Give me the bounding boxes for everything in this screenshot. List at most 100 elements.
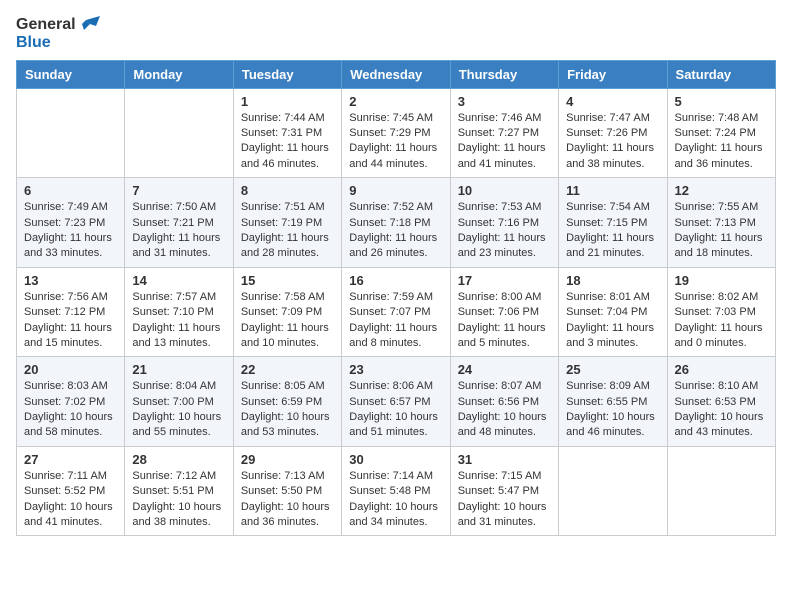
day-number: 2 [349,94,442,109]
cell-content: Sunrise: 7:54 AMSunset: 7:15 PMDaylight:… [566,201,654,259]
calendar-cell: 14Sunrise: 7:57 AMSunset: 7:10 PMDayligh… [125,267,233,357]
week-row-2: 6Sunrise: 7:49 AMSunset: 7:23 PMDaylight… [17,178,776,268]
calendar-cell: 30 Sunrise: 7:14 AMSunset: 5:48 PMDayligh… [342,446,450,536]
day-number: 21 [132,362,225,377]
day-number: 9 [349,183,442,198]
calendar-cell: 23Sunrise: 8:06 AMSunset: 6:57 PMDayligh… [342,357,450,447]
day-header-wednesday: Wednesday [342,60,450,88]
calendar-cell: 3 Sunrise: 7:46 AMSunset: 7:27 PMDaylight… [450,88,558,178]
logo: General Blue [16,16,100,52]
calendar-cell: 25Sunrise: 8:09 AMSunset: 6:55 PMDayligh… [559,357,667,447]
page-header: General Blue [16,16,776,52]
day-number: 13 [24,273,117,288]
day-number: 17 [458,273,551,288]
cell-content: Sunrise: 7:49 AMSunset: 7:23 PMDaylight:… [24,201,112,259]
day-number: 15 [241,273,334,288]
cell-content: Sunrise: 7:52 AMSunset: 7:18 PMDaylight:… [349,201,437,259]
calendar-cell [667,446,775,536]
calendar-cell: 16Sunrise: 7:59 AMSunset: 7:07 PMDayligh… [342,267,450,357]
cell-content: Sunrise: 8:05 AMSunset: 6:59 PMDaylight:… [241,380,330,438]
week-row-5: 27 Sunrise: 7:11 AMSunset: 5:52 PMDayligh… [17,446,776,536]
calendar-cell: 13 Sunrise: 7:56 AMSunset: 7:12 PMDayligh… [17,267,125,357]
calendar-cell: 29 Sunrise: 7:13 AMSunset: 5:50 PMDayligh… [233,446,341,536]
calendar-cell: 6Sunrise: 7:49 AMSunset: 7:23 PMDaylight… [17,178,125,268]
cell-content: Sunrise: 7:45 AMSunset: 7:29 PMDaylight:… [349,112,437,170]
cell-content: Sunrise: 8:09 AMSunset: 6:55 PMDaylight:… [566,380,655,438]
day-number: 1 [241,94,334,109]
cell-content: Sunrise: 7:14 AMSunset: 5:48 PMDaylight:… [349,470,438,528]
calendar-cell: 4 Sunrise: 7:47 AMSunset: 7:26 PMDaylight… [559,88,667,178]
day-number: 19 [675,273,768,288]
day-number: 30 [349,452,442,467]
calendar-cell [125,88,233,178]
cell-content: Sunrise: 7:15 AMSunset: 5:47 PMDaylight:… [458,470,547,528]
day-number: 5 [675,94,768,109]
day-number: 27 [24,452,117,467]
day-number: 16 [349,273,442,288]
calendar-cell: 17 Sunrise: 8:00 AMSunset: 7:06 PMDayligh… [450,267,558,357]
day-number: 24 [458,362,551,377]
header-row: SundayMondayTuesdayWednesdayThursdayFrid… [17,60,776,88]
cell-content: Sunrise: 8:02 AMSunset: 7:03 PMDaylight:… [675,291,763,349]
calendar-cell [559,446,667,536]
calendar-cell: 10Sunrise: 7:53 AMSunset: 7:16 PMDayligh… [450,178,558,268]
calendar-cell: 2 Sunrise: 7:45 AMSunset: 7:29 PMDaylight… [342,88,450,178]
calendar-cell: 21 Sunrise: 8:04 AMSunset: 7:00 PMDayligh… [125,357,233,447]
day-number: 12 [675,183,768,198]
day-number: 29 [241,452,334,467]
calendar-cell: 28Sunrise: 7:12 AMSunset: 5:51 PMDayligh… [125,446,233,536]
cell-content: Sunrise: 7:47 AMSunset: 7:26 PMDaylight:… [566,112,654,170]
logo-container: General Blue [16,16,100,52]
day-header-friday: Friday [559,60,667,88]
week-row-4: 20Sunrise: 8:03 AMSunset: 7:02 PMDayligh… [17,357,776,447]
calendar-cell: 24 Sunrise: 8:07 AMSunset: 6:56 PMDayligh… [450,357,558,447]
cell-content: Sunrise: 7:50 AMSunset: 7:21 PMDaylight:… [132,201,220,259]
day-number: 11 [566,183,659,198]
calendar-cell: 9 Sunrise: 7:52 AMSunset: 7:18 PMDaylight… [342,178,450,268]
day-number: 20 [24,362,117,377]
day-header-thursday: Thursday [450,60,558,88]
day-number: 18 [566,273,659,288]
day-number: 4 [566,94,659,109]
calendar-cell: 22Sunrise: 8:05 AMSunset: 6:59 PMDayligh… [233,357,341,447]
day-number: 31 [458,452,551,467]
calendar-cell: 27 Sunrise: 7:11 AMSunset: 5:52 PMDayligh… [17,446,125,536]
day-header-tuesday: Tuesday [233,60,341,88]
day-header-saturday: Saturday [667,60,775,88]
calendar-cell: 26 Sunrise: 8:10 AMSunset: 6:53 PMDayligh… [667,357,775,447]
cell-content: Sunrise: 7:13 AMSunset: 5:50 PMDaylight:… [241,470,330,528]
cell-content: Sunrise: 8:10 AMSunset: 6:53 PMDaylight:… [675,380,764,438]
cell-content: Sunrise: 7:46 AMSunset: 7:27 PMDaylight:… [458,112,546,170]
cell-content: Sunrise: 7:57 AMSunset: 7:10 PMDaylight:… [132,291,220,349]
calendar-cell: 11 Sunrise: 7:54 AMSunset: 7:15 PMDayligh… [559,178,667,268]
day-number: 26 [675,362,768,377]
calendar-table: SundayMondayTuesdayWednesdayThursdayFrid… [16,60,776,537]
calendar-cell: 18 Sunrise: 8:01 AMSunset: 7:04 PMDayligh… [559,267,667,357]
day-number: 8 [241,183,334,198]
cell-content: Sunrise: 7:48 AMSunset: 7:24 PMDaylight:… [675,112,763,170]
day-number: 3 [458,94,551,109]
cell-content: Sunrise: 7:56 AMSunset: 7:12 PMDaylight:… [24,291,112,349]
calendar-cell: 19 Sunrise: 8:02 AMSunset: 7:03 PMDayligh… [667,267,775,357]
cell-content: Sunrise: 7:51 AMSunset: 7:19 PMDaylight:… [241,201,329,259]
calendar-cell: 8 Sunrise: 7:51 AMSunset: 7:19 PMDaylight… [233,178,341,268]
cell-content: Sunrise: 7:55 AMSunset: 7:13 PMDaylight:… [675,201,763,259]
cell-content: Sunrise: 7:11 AMSunset: 5:52 PMDaylight:… [24,470,113,528]
logo-text-general: General [16,16,76,34]
week-row-3: 13 Sunrise: 7:56 AMSunset: 7:12 PMDayligh… [17,267,776,357]
logo-bird-icon [78,16,100,34]
cell-content: Sunrise: 8:07 AMSunset: 6:56 PMDaylight:… [458,380,547,438]
cell-content: Sunrise: 7:58 AMSunset: 7:09 PMDaylight:… [241,291,329,349]
calendar-cell [17,88,125,178]
day-number: 28 [132,452,225,467]
cell-content: Sunrise: 7:44 AMSunset: 7:31 PMDaylight:… [241,112,329,170]
cell-content: Sunrise: 8:01 AMSunset: 7:04 PMDaylight:… [566,291,654,349]
cell-content: Sunrise: 8:04 AMSunset: 7:00 PMDaylight:… [132,380,221,438]
calendar-cell: 5 Sunrise: 7:48 AMSunset: 7:24 PMDaylight… [667,88,775,178]
cell-content: Sunrise: 8:00 AMSunset: 7:06 PMDaylight:… [458,291,546,349]
week-row-1: 1 Sunrise: 7:44 AMSunset: 7:31 PMDaylight… [17,88,776,178]
day-number: 7 [132,183,225,198]
calendar-cell: 20Sunrise: 8:03 AMSunset: 7:02 PMDayligh… [17,357,125,447]
day-number: 23 [349,362,442,377]
calendar-cell: 12 Sunrise: 7:55 AMSunset: 7:13 PMDayligh… [667,178,775,268]
